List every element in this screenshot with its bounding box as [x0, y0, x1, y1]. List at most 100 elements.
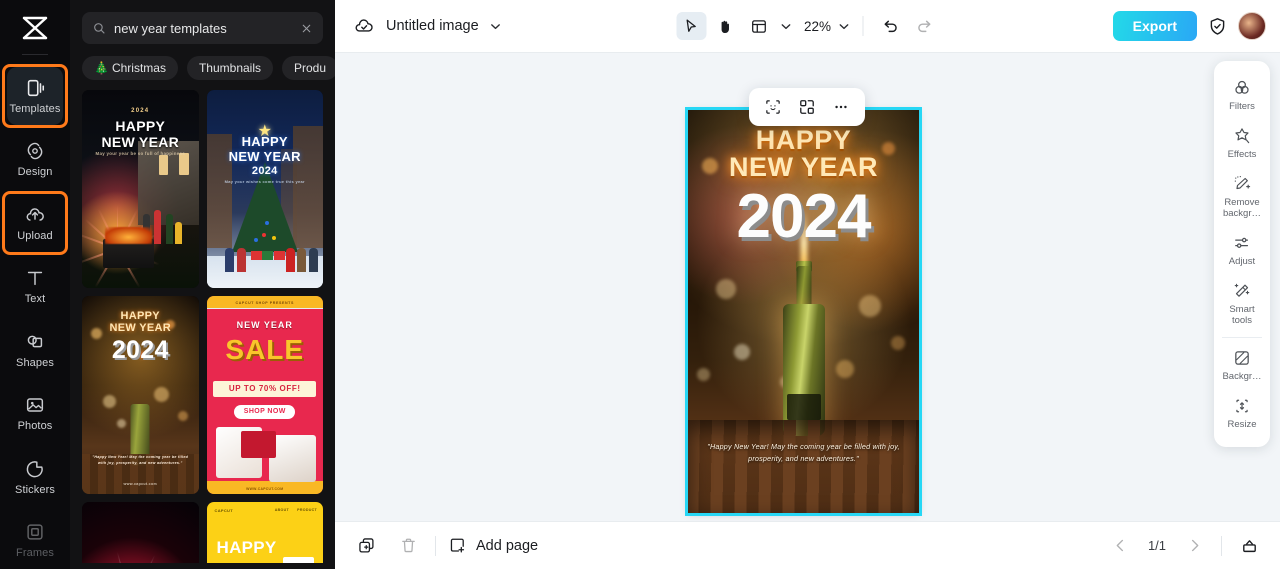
presentation-button[interactable] — [1234, 532, 1264, 560]
tool-remove-background[interactable]: Remove backgr… — [1216, 167, 1268, 226]
sidebar-item-label: Upload — [17, 229, 53, 242]
template-thumbnail: 2024 HAPPY NEW YEAR May your year be so … — [82, 90, 199, 288]
template-card[interactable]: 2024 HAPPY NEW YEAR May your year be so … — [82, 90, 199, 288]
sidebar-item-label: Frames — [16, 547, 54, 560]
chip-christmas[interactable]: 🎄 Christmas — [82, 56, 178, 80]
add-page-icon — [450, 538, 465, 553]
capcut-logo-icon[interactable] — [0, 6, 70, 50]
page-indicator: 1/1 — [1147, 538, 1167, 553]
topbar-right: Export — [1112, 11, 1266, 41]
title-chevron-down-icon[interactable] — [489, 20, 502, 33]
sidebar-item-shapes[interactable]: Shapes — [7, 321, 63, 379]
template-card[interactable]: ★ HAPPY NEW YEAR 2024 May your wishes co… — [206, 90, 323, 288]
template-thumbnail: ★ HAPPY NEW YEAR 2024 May your wishes co… — [206, 90, 323, 288]
sidebar-item-photos[interactable]: Photos — [7, 385, 63, 443]
resize-icon — [1236, 400, 1248, 413]
canvas-area: Page 1 - — [335, 53, 1280, 521]
layout-tool-button[interactable] — [744, 12, 774, 40]
bottombar-divider-2 — [1221, 535, 1222, 556]
chip-thumbnails[interactable]: Thumbnails — [186, 56, 273, 80]
bottom-bar: Add page 1/1 — [335, 521, 1280, 569]
chip-label: Thumbnails — [198, 61, 261, 75]
sidebar-item-stickers[interactable]: Stickers — [7, 448, 63, 506]
thumb-brand: CAPCUT — [214, 507, 233, 513]
sidebar-item-text[interactable]: Text — [7, 258, 63, 316]
search-box[interactable] — [82, 12, 323, 44]
sidebar-item-label: Shapes — [16, 356, 54, 369]
sidebar-item-frames[interactable]: Frames — [7, 512, 63, 569]
presentation-icon — [1242, 540, 1256, 553]
tool-background[interactable]: Backgr… — [1216, 341, 1268, 389]
star-icon: ★ — [257, 122, 272, 140]
zoom-level[interactable]: 22% — [804, 19, 831, 34]
chip-products[interactable]: Produ — [282, 56, 335, 80]
select-tool-button[interactable] — [675, 12, 706, 40]
poster-quote: "Happy New Year! May the coming year be … — [707, 442, 900, 464]
next-page-button[interactable] — [1179, 532, 1209, 560]
chevron-left-icon — [1116, 539, 1123, 552]
sidebar-item-templates[interactable]: Templates — [2, 64, 68, 128]
filter-chips: 🎄 Christmas Thumbnails Produ — [70, 44, 335, 90]
avatar[interactable] — [1238, 12, 1266, 40]
cutout-tool-button[interactable] — [792, 93, 822, 121]
tool-resize[interactable]: Resize — [1216, 389, 1268, 437]
add-page-button[interactable]: Add page — [448, 536, 538, 555]
tool-adjust[interactable]: Adjust — [1216, 226, 1268, 274]
search-icon — [94, 23, 105, 34]
template-card[interactable] — [82, 502, 199, 563]
poster-headline-1: HAPPY — [755, 125, 852, 155]
template-thumbnail: CAPCUT SHOP PRESENTS NEW YEAR SALE UP TO… — [206, 296, 323, 494]
search-container — [70, 0, 335, 44]
undo-button[interactable] — [875, 12, 905, 40]
search-input[interactable] — [114, 20, 292, 36]
shapes-icon — [27, 335, 43, 348]
sidebar-item-design[interactable]: Design — [7, 131, 63, 189]
crop-icon — [766, 100, 780, 114]
prev-page-button[interactable] — [1105, 532, 1135, 560]
sidebar-item-label: Text — [24, 293, 46, 306]
template-thumbnail: CAPCUT ABOUT PRODUCT HAPPY NEW — [206, 502, 323, 563]
sidebar-item-label: Templates — [9, 102, 61, 115]
layout-chevron-down-icon[interactable] — [779, 20, 792, 33]
background-icon — [1235, 351, 1249, 366]
export-button[interactable]: Export — [1112, 11, 1197, 41]
thumb-text: SALE — [225, 333, 305, 365]
cloud-saved-icon[interactable] — [353, 15, 375, 37]
filters-icon — [1235, 80, 1249, 94]
tool-label: Backgr… — [1222, 371, 1262, 383]
tool-filters[interactable]: Filters — [1216, 71, 1268, 119]
left-rail: Templates Design Upload Text Shapes Phot… — [0, 0, 70, 569]
template-card[interactable]: CAPCUT SHOP PRESENTS NEW YEAR SALE UP TO… — [206, 296, 323, 494]
main-area: Untitled image 22% Export HAPPY NEW YEAR… — [335, 0, 1280, 569]
tool-label: Filters — [1229, 101, 1255, 112]
template-card[interactable]: HAPPY NEW YEAR 2024 "Happy New Year! May… — [82, 296, 199, 494]
thumb-text: 2024 — [131, 107, 150, 114]
duplicate-button[interactable] — [351, 532, 381, 560]
redo-icon — [917, 20, 930, 33]
tool-effects[interactable]: Effects — [1216, 119, 1268, 167]
close-icon[interactable] — [300, 22, 313, 35]
document-title[interactable]: Untitled image — [386, 18, 479, 34]
sidebar-item-label: Design — [17, 166, 53, 179]
adjust-icon — [1235, 237, 1249, 248]
template-card[interactable]: CAPCUT ABOUT PRODUCT HAPPY NEW — [206, 502, 323, 563]
crop-tool-button[interactable] — [758, 93, 788, 121]
tool-smart-tools[interactable]: Smart tools — [1216, 274, 1268, 333]
zoom-chevron-down-icon[interactable] — [837, 20, 850, 33]
template-thumbnail — [82, 502, 199, 563]
thumb-nav: ABOUT — [274, 507, 289, 512]
redo-button[interactable] — [909, 12, 939, 40]
template-thumbnail: HAPPY NEW YEAR 2024 "Happy New Year! May… — [82, 296, 199, 494]
element-floating-toolbar — [749, 88, 865, 126]
rail-divider — [22, 54, 48, 56]
thumb-text: HAPPY — [120, 309, 160, 322]
text-icon — [27, 272, 43, 286]
more-options-button[interactable] — [826, 93, 856, 121]
add-page-label: Add page — [476, 537, 539, 554]
canvas-page[interactable]: HAPPY NEW YEAR 2024 "Happy New Year! May… — [685, 107, 922, 516]
sidebar-item-upload[interactable]: Upload — [2, 191, 68, 255]
shield-check-icon[interactable] — [1207, 16, 1228, 37]
sidebar-item-label: Stickers — [15, 483, 55, 496]
delete-button[interactable] — [393, 532, 423, 560]
hand-tool-button[interactable] — [710, 12, 740, 40]
